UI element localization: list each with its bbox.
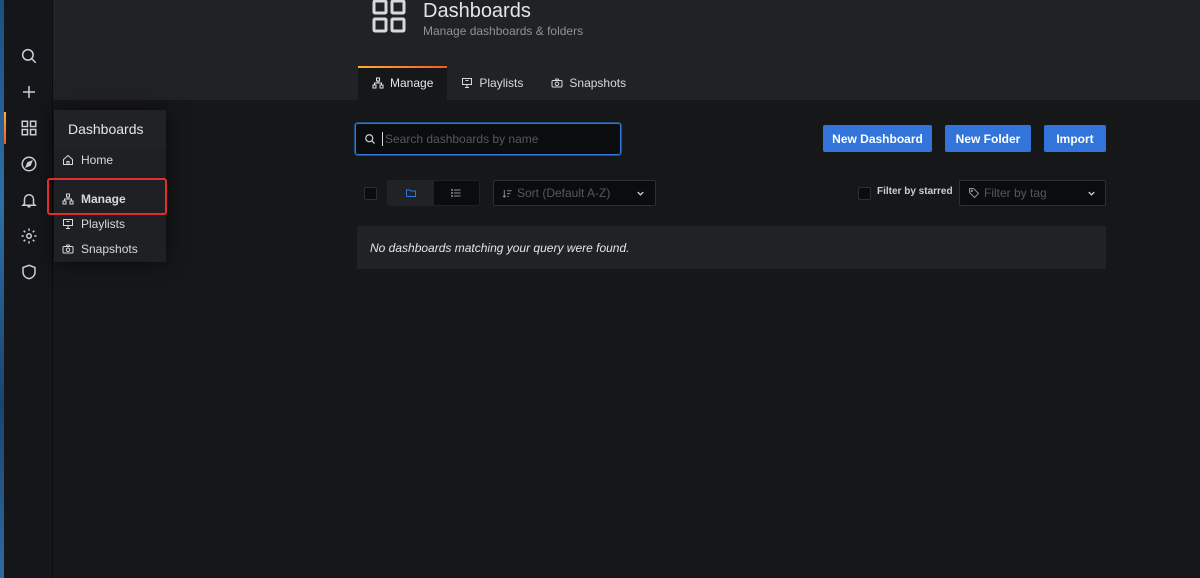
sort-select[interactable]: Sort (Default A-Z) xyxy=(493,180,656,206)
page-header: Dashboards Manage dashboards & folders M… xyxy=(53,0,1200,100)
page-subtitle: Manage dashboards & folders xyxy=(423,24,584,38)
dropdown-item-label: Playlists xyxy=(81,217,126,231)
tag-filter-placeholder: Filter by tag xyxy=(984,186,1047,200)
sitemap-icon xyxy=(372,77,384,89)
tab-snapshots[interactable]: Snapshots xyxy=(537,66,640,100)
empty-results-message: No dashboards matching your query were f… xyxy=(357,226,1106,269)
presentation-icon xyxy=(63,219,73,229)
grafana-app: Dashboards Manage dashboards & folders M… xyxy=(0,0,1200,578)
search-icon xyxy=(365,134,375,144)
apps-icon[interactable] xyxy=(4,110,53,146)
tab-playlists[interactable]: Playlists xyxy=(447,66,537,100)
sort-icon xyxy=(502,189,512,198)
tag-filter-select[interactable]: Filter by tag xyxy=(959,180,1106,206)
folder-view-button[interactable] xyxy=(388,181,434,205)
select-all-checkbox[interactable] xyxy=(364,187,377,200)
camera-icon xyxy=(551,78,563,88)
apps-icon xyxy=(371,0,407,34)
dropdown-item-snapshots[interactable]: Snapshots xyxy=(62,239,138,259)
layout-toggle xyxy=(387,180,480,206)
highlight-annotation-box xyxy=(47,178,167,215)
home-icon xyxy=(63,154,73,165)
gear-icon[interactable] xyxy=(4,218,53,254)
dropdown-item-label: Snapshots xyxy=(81,242,138,256)
page-tabs: Manage Playlists Snapshots xyxy=(358,66,640,100)
search-box xyxy=(355,123,621,155)
filter-starred-checkbox[interactable] xyxy=(858,187,871,200)
side-menu xyxy=(4,0,53,578)
import-button[interactable]: Import xyxy=(1044,125,1106,152)
tab-manage[interactable]: Manage xyxy=(358,66,448,100)
chevron-down-icon xyxy=(1088,191,1095,196)
bell-icon[interactable] xyxy=(4,182,53,218)
list-icon xyxy=(451,189,461,197)
shield-icon[interactable] xyxy=(4,254,53,290)
dropdown-item-home[interactable]: Home xyxy=(62,150,113,170)
tab-label: Snapshots xyxy=(569,76,627,90)
filter-starred-label: Filter by starred xyxy=(877,186,953,197)
dropdown-item-label: Home xyxy=(81,153,114,167)
camera-icon xyxy=(62,244,74,254)
page-title: Dashboards xyxy=(423,0,531,22)
list-view-button[interactable] xyxy=(433,181,479,205)
search-input[interactable] xyxy=(382,132,620,146)
presentation-icon xyxy=(462,78,473,88)
tag-icon xyxy=(969,188,980,199)
plus-icon[interactable] xyxy=(4,74,53,110)
chevron-down-icon xyxy=(637,191,644,196)
tab-label: Playlists xyxy=(479,76,524,90)
dropdown-item-playlists[interactable]: Playlists xyxy=(62,214,125,234)
new-dashboard-button[interactable]: New Dashboard xyxy=(823,125,932,152)
new-folder-button[interactable]: New Folder xyxy=(945,125,1031,152)
folder-icon xyxy=(405,189,416,197)
dropdown-title[interactable]: Dashboards xyxy=(54,110,166,147)
compass-icon[interactable] xyxy=(4,146,53,182)
sort-placeholder: Sort (Default A-Z) xyxy=(517,186,611,200)
tab-label: Manage xyxy=(390,76,434,90)
search-icon[interactable] xyxy=(4,38,53,74)
